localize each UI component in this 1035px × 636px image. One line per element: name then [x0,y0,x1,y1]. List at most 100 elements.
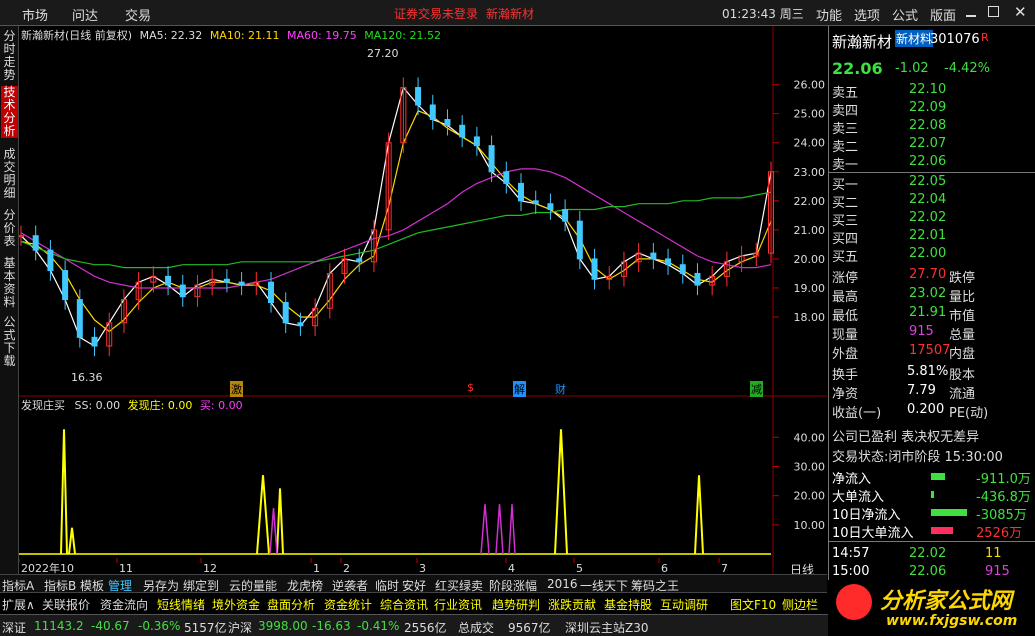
feature-tab[interactable]: 综合资讯 [380,596,428,613]
feature-tab[interactable]: 图文F10 [730,596,776,613]
feature-tab[interactable]: 境外资金 [212,596,260,613]
chart-area[interactable]: 18.00 19.00 20.00 21.00 22.00 23.00 24.00 25.00… [18,26,827,592]
signal-spike-purple [269,508,278,555]
top-menu-bar: 市场 问达 交易 证券交易未登录 新瀚新材 01:23:43 周三 功能 选项 … [0,0,1035,26]
candle-body [503,171,510,184]
tab-formula-download[interactable]: 公式下载 [1,316,18,368]
candle-body [488,145,495,173]
tick-price: 22.06 [909,564,947,579]
flow-label: 大单流入 [832,490,885,505]
ask-price-3[interactable]: 22.08 [909,118,946,133]
flow-value: 2526万 [976,526,1023,541]
flow-label: 10日大单流入 [832,526,914,541]
menu-wenda[interactable]: 问达 [72,5,98,24]
candle-body [650,252,657,260]
bid-label-5: 买五 [832,250,859,265]
stat-value: 915 [909,324,934,339]
tick-price: 22.02 [909,546,947,561]
event-marker-dollar[interactable]: $ [467,381,474,394]
series-line-ma10 [20,110,772,333]
feature-tab[interactable]: 扩展∧ [2,596,35,613]
tick-volume: 915 [985,564,1010,579]
bid-price-2[interactable]: 22.04 [909,192,946,207]
hs-change: -16.63 [312,619,351,633]
bid-price-3[interactable]: 22.02 [909,210,946,225]
feature-tab[interactable]: 资金流向 [100,596,148,613]
feature-tab[interactable]: 资金统计 [324,596,372,613]
feature-tab[interactable]: 基金持股 [604,596,652,613]
tab-technical[interactable]: 技术分析 [1,86,18,138]
menu-formula[interactable]: 公式 [892,5,918,24]
stat-label-2: 内盘 [949,347,976,362]
server-name[interactable]: 深圳云主站Z30 [565,619,649,636]
sub-y-tick-label: 10.00 [794,519,826,532]
close-icon[interactable]: ✕ [1014,3,1027,21]
menu-function[interactable]: 功能 [816,5,842,24]
bid-price-1[interactable]: 22.05 [909,174,946,189]
menu-option[interactable]: 选项 [854,5,880,24]
profit-line: 公司已盈利 表决权无差异 [832,430,980,445]
trade-status: 交易状态:闭市阶段 15:30:00 [832,450,1003,465]
event-marker-jian[interactable]: 减 [750,381,763,397]
stat2-label-2: PE(动) [949,406,989,421]
ask-price-5[interactable]: 22.10 [909,82,946,97]
feature-tab[interactable]: 侧边栏 [782,596,818,613]
y-tick-label: 21.00 [794,224,826,237]
stat-label-2: 总量 [949,328,976,343]
y-tick-label: 20.00 [794,253,826,266]
tab-fundamentals[interactable]: 基本资料 [1,257,18,309]
candle-body [47,249,54,272]
tab-price-table[interactable]: 分价表 [1,209,18,248]
stat-value: 23.02 [909,286,947,301]
feature-tab[interactable]: 互动调研 [660,596,708,613]
ask-price-4[interactable]: 22.09 [909,100,946,115]
bid-price-5[interactable]: 22.00 [909,246,946,261]
series-line-ma5 [20,86,772,347]
menu-trade[interactable]: 交易 [125,5,151,24]
hs-value: 3998.00 [258,619,308,633]
candle-body [76,299,83,338]
stock-name: 新瀚新材 [832,33,893,51]
minimize-icon[interactable] [966,5,976,17]
feature-tab[interactable]: 涨跌贡献 [548,596,596,613]
event-marker-jie[interactable]: 解 [513,381,526,397]
stat-label-2: 市值 [949,309,976,324]
candle-body [518,182,524,202]
ask-price-1[interactable]: 22.06 [909,154,946,169]
indicator-tab[interactable]: 2016 [547,577,578,591]
menu-market[interactable]: 市场 [22,5,48,24]
stat-label-2: 跌停 [949,271,976,286]
chart-svg[interactable]: 18.00 19.00 20.00 21.00 22.00 23.00 24.00 25.00… [18,26,827,592]
candle-body [562,209,569,222]
feature-tab[interactable]: 盘面分析 [267,596,315,613]
candle-body [223,278,230,283]
feature-tab[interactable]: 关联报价 [42,596,90,613]
feature-tab[interactable]: 行业资讯 [434,596,482,613]
signal-spike-yellow [276,488,284,555]
tab-trades[interactable]: 成交明细 [1,148,18,200]
ma120-legend: MA120: 21.52 [364,29,441,42]
chart-title: 新瀚新材(日线 前复权) [21,29,133,42]
industry-tag[interactable]: 新材料 [895,30,934,47]
bid-price-4[interactable]: 22.01 [909,228,946,243]
tab-intraday[interactable]: 分时走势 [1,30,18,82]
sz-value: 11143.2 [34,619,84,633]
maximize-icon[interactable] [988,6,999,17]
bid-label-3: 买三 [832,214,859,229]
candle-body [179,284,186,298]
sz-amount: 5157亿 [184,621,227,635]
flow-value: -911.0万 [976,472,1031,487]
candle-body [356,258,363,263]
x-tick-label: 2022年10 [21,561,74,575]
login-notice[interactable]: 证券交易未登录 [394,5,478,22]
signal-spike-purple [480,504,490,555]
stat2-label: 净资 [832,387,859,402]
flow-label: 10日净流入 [832,508,901,523]
event-marker-ji[interactable]: 激 [230,381,243,397]
feature-tab[interactable]: 短线情绪 [157,596,205,613]
event-marker-cai[interactable]: 财 [555,381,566,397]
stock-title: 新瀚新材 [486,7,535,21]
ask-price-2[interactable]: 22.07 [909,136,946,151]
menu-layout[interactable]: 版面 [930,5,956,24]
feature-tab[interactable]: 趋势研判 [492,596,540,613]
